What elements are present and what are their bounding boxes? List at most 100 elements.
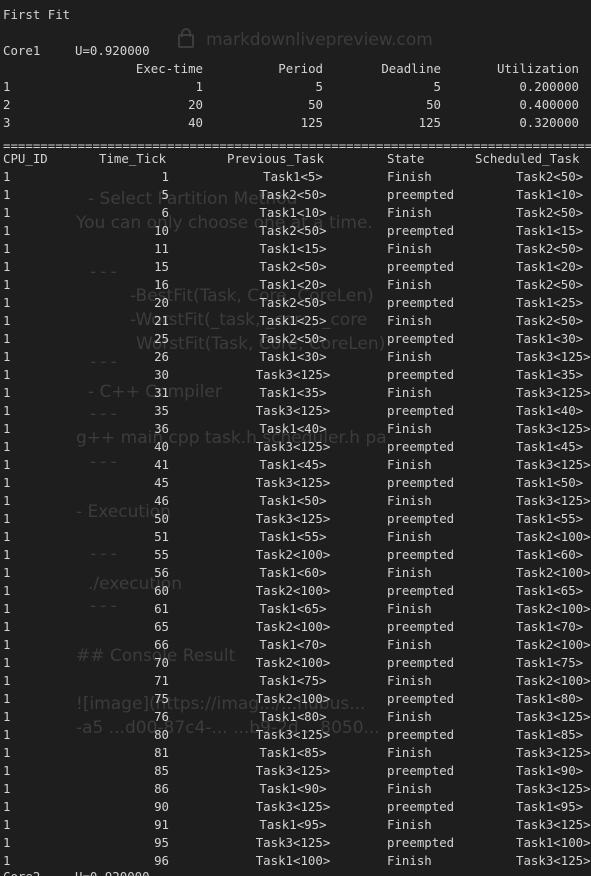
state-cell: preempted xyxy=(387,547,455,562)
previous-task-cell: Task3<125> xyxy=(255,727,331,742)
previous-task-cell: Task3<125> xyxy=(255,835,331,850)
table-row: 1 66 Task1<70> Finish Task2<100> xyxy=(3,636,591,654)
core-name: Core1 xyxy=(3,43,41,58)
cpu-id-cell: 1 xyxy=(3,313,11,328)
cpu-id-cell: 1 xyxy=(3,385,11,400)
table-row: 1 30 Task3<125> preempted Task1<35> xyxy=(3,366,591,384)
scheduled-task-cell: Task2<100> xyxy=(516,601,591,616)
time-tick-cell: 21 xyxy=(154,313,169,328)
task-utilization: 0.400000 xyxy=(519,97,579,112)
previous-task-cell: Task1<45> xyxy=(259,457,327,472)
previous-task-cell: Task1<95> xyxy=(259,817,327,832)
scheduled-task-cell: Task3<125> xyxy=(516,457,591,472)
scheduled-task-cell: Task2<100> xyxy=(516,565,591,580)
core-header: Core1 U=0.920000 xyxy=(3,42,303,60)
scheduled-task-cell: Task1<15> xyxy=(516,223,584,238)
scheduled-task-cell: Task2<50> xyxy=(516,169,584,184)
schedule-table-header: CPU_ID Time_Tick Previous_Task State Sch… xyxy=(3,150,591,168)
table-row: 1 10 Task2<50> preempted Task1<15> xyxy=(3,222,591,240)
time-tick-cell: 16 xyxy=(154,277,169,292)
cpu-id-cell: 1 xyxy=(3,223,11,238)
time-tick-cell: 30 xyxy=(154,367,169,382)
column-header-utilization: Utilization xyxy=(496,61,579,76)
table-row: 1 71 Task1<75> Finish Task2<100> xyxy=(3,672,591,690)
state-cell: preempted xyxy=(387,583,455,598)
table-row: 1 16 Task1<20> Finish Task2<50> xyxy=(3,276,591,294)
time-tick-cell: 20 xyxy=(154,295,169,310)
time-tick-cell: 75 xyxy=(154,691,169,706)
scheduled-task-cell: Task2<100> xyxy=(516,673,591,688)
time-tick-cell: 40 xyxy=(154,439,169,454)
state-cell: preempted xyxy=(387,259,455,274)
column-header-scheduled-task: Scheduled_Task xyxy=(475,151,580,166)
table-row: 1 20 Task2<50> preempted Task1<25> xyxy=(3,294,591,312)
core-utilization: U=0.920000 xyxy=(75,868,150,876)
cpu-id-cell: 1 xyxy=(3,277,11,292)
previous-task-cell: Task1<70> xyxy=(259,637,327,652)
scheduled-task-cell: Task3<125> xyxy=(516,421,591,436)
cpu-id-cell: 1 xyxy=(3,349,11,364)
column-header-period: Period xyxy=(278,61,323,76)
state-cell: preempted xyxy=(387,295,455,310)
cpu-id-cell: 1 xyxy=(3,367,11,382)
time-tick-cell: 26 xyxy=(154,349,169,364)
cpu-id-cell: 1 xyxy=(3,835,11,850)
scheduled-task-cell: Task1<65> xyxy=(516,583,584,598)
time-tick-cell: 31 xyxy=(154,385,169,400)
table-row: 1 60 Task2<100> preempted Task1<65> xyxy=(3,582,591,600)
column-header-state: State xyxy=(387,151,425,166)
cpu-id-cell: 1 xyxy=(3,403,11,418)
scheduled-task-cell: Task1<40> xyxy=(516,403,584,418)
scheduled-task-cell: Task3<125> xyxy=(516,853,591,868)
table-row: 1 26 Task1<30> Finish Task3<125> xyxy=(3,348,591,366)
task-period: 50 xyxy=(308,97,323,112)
cpu-id-cell: 1 xyxy=(3,493,11,508)
task-utilization: 0.200000 xyxy=(519,79,579,94)
table-row: 1 95 Task3<125> preempted Task1<100> xyxy=(3,834,591,852)
table-row: 1 76 Task1<80> Finish Task3<125> xyxy=(3,708,591,726)
time-tick-cell: 76 xyxy=(154,709,169,724)
column-header-time-tick: Time_Tick xyxy=(99,151,167,166)
cpu-id-cell: 1 xyxy=(3,295,11,310)
table-row: 1 85 Task3<125> preempted Task1<90> xyxy=(3,762,591,780)
table-row: 1 35 Task3<125> preempted Task1<40> xyxy=(3,402,591,420)
state-cell: Finish xyxy=(387,241,432,256)
time-tick-cell: 91 xyxy=(154,817,169,832)
scheduled-task-cell: Task2<50> xyxy=(516,277,584,292)
table-row: 1 5 Task2<50> preempted Task1<10> xyxy=(3,186,591,204)
state-cell: Finish xyxy=(387,349,432,364)
cpu-id-cell: 1 xyxy=(3,169,11,184)
state-cell: Finish xyxy=(387,313,432,328)
previous-task-cell: Task1<55> xyxy=(259,529,327,544)
cpu-id-cell: 1 xyxy=(3,511,11,526)
task-exec-time: 1 xyxy=(195,79,203,94)
previous-task-cell: Task2<100> xyxy=(255,691,331,706)
task-row: 3 40 125 125 0.320000 xyxy=(3,114,588,132)
column-header-cpu-id: CPU_ID xyxy=(3,151,48,166)
time-tick-cell: 41 xyxy=(154,457,169,472)
time-tick-cell: 51 xyxy=(154,529,169,544)
page-title: First Fit xyxy=(3,7,71,22)
state-cell: preempted xyxy=(387,511,455,526)
state-cell: Finish xyxy=(387,457,432,472)
table-row: 1 81 Task1<85> Finish Task3<125> xyxy=(3,744,591,762)
table-row: 1 40 Task3<125> preempted Task1<45> xyxy=(3,438,591,456)
state-cell: preempted xyxy=(387,763,455,778)
state-cell: Finish xyxy=(387,745,432,760)
previous-task-cell: Task2<50> xyxy=(259,187,327,202)
cpu-id-cell: 1 xyxy=(3,547,11,562)
table-row: 1 70 Task2<100> preempted Task1<75> xyxy=(3,654,591,672)
state-cell: Finish xyxy=(387,277,432,292)
state-cell: Finish xyxy=(387,817,432,832)
time-tick-cell: 95 xyxy=(154,835,169,850)
table-row: 1 41 Task1<45> Finish Task3<125> xyxy=(3,456,591,474)
scheduled-task-cell: Task1<55> xyxy=(516,511,584,526)
time-tick-cell: 36 xyxy=(154,421,169,436)
task-id: 2 xyxy=(3,97,11,112)
previous-task-cell: Task2<100> xyxy=(255,547,331,562)
cpu-id-cell: 1 xyxy=(3,745,11,760)
scheduled-task-cell: Task1<90> xyxy=(516,763,584,778)
table-row: 1 80 Task3<125> preempted Task1<85> xyxy=(3,726,591,744)
previous-task-cell: Task1<60> xyxy=(259,565,327,580)
column-header-previous-task: Previous_Task xyxy=(227,151,324,166)
